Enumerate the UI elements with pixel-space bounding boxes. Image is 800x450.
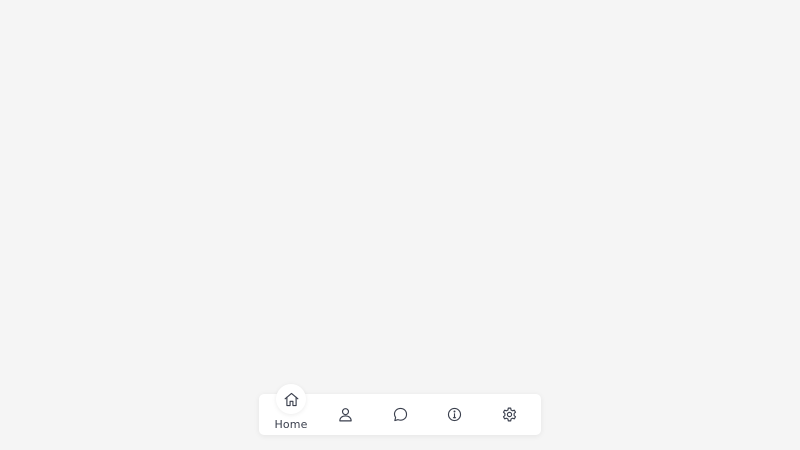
active-indicator [276, 384, 306, 414]
app-screen: { "nav": { "active_index": 0, "items": [… [0, 0, 800, 450]
user-icon [338, 408, 352, 422]
nav-item-info[interactable] [427, 394, 481, 435]
chat-bubble-icon [393, 407, 407, 422]
nav-item-profile[interactable] [318, 394, 372, 435]
info-icon [447, 407, 461, 422]
nav-item-label: Home [274, 418, 308, 431]
bottom-navigation-bar: Home [259, 384, 541, 435]
nav-item-home[interactable]: Home [264, 384, 318, 435]
nav-item-messages[interactable] [373, 394, 427, 435]
nav-item-settings[interactable] [482, 394, 536, 435]
gear-icon [502, 407, 516, 422]
home-icon [284, 392, 298, 406]
